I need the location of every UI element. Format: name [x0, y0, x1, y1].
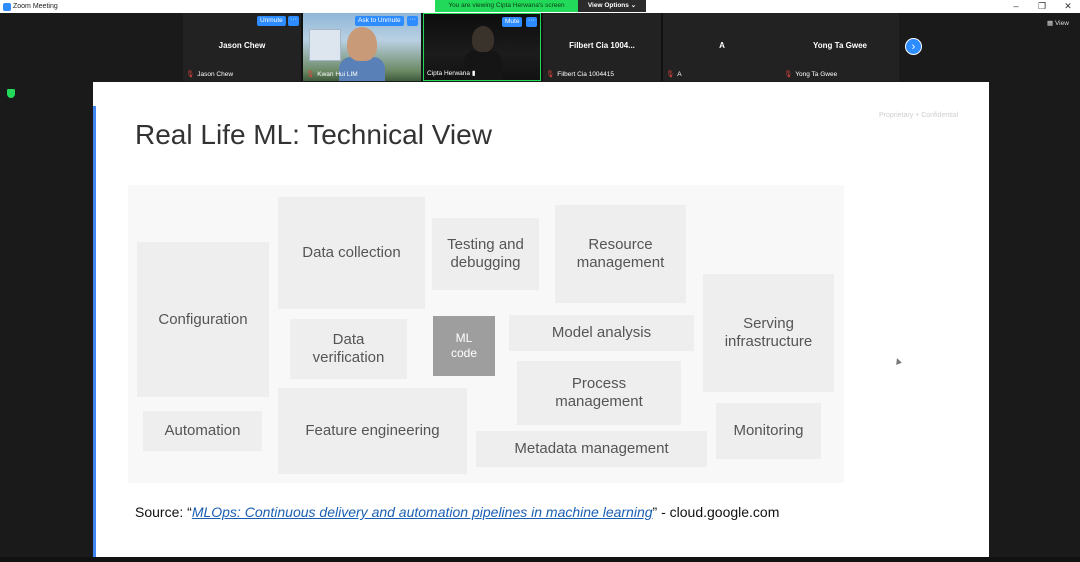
box-serving-infrastructure: Serving infrastructure: [703, 274, 834, 392]
window-title-bar: Zoom Meeting You are viewing Cipta Herwa…: [0, 0, 1080, 13]
mic-muted-icon: 🎙: [784, 71, 793, 78]
box-ml-code: ML code: [433, 316, 495, 376]
mute-button[interactable]: Mute: [502, 17, 523, 27]
participant-tile[interactable]: Filbert Cia 1004... 🎙 Filbert Cia 1004415: [543, 13, 661, 81]
participant-label: 🎙 Jason Chew: [186, 71, 234, 78]
participant-tile[interactable]: A 🎙 A: [663, 13, 781, 81]
minimize-icon[interactable]: –: [1004, 0, 1028, 13]
participant-tile[interactable]: Jason Chew Unmute ··· 🎙 Jason Chew: [183, 13, 301, 81]
participant-name: A: [719, 41, 725, 50]
participant-tile[interactable]: Yong Ta Gwee 🎙 Yong Ta Gwee: [781, 13, 899, 81]
restore-icon[interactable]: ❐: [1030, 0, 1054, 13]
shared-screen-slide: Real Life ML: Technical View Proprietary…: [93, 82, 989, 557]
participant-strip: Jason Chew Unmute ··· 🎙 Jason Chew Ask to…: [183, 13, 899, 81]
participant-label: 🎙 Kwan Hui LIM: [306, 71, 358, 78]
box-automation: Automation: [143, 411, 262, 451]
box-testing-debugging: Testing and debugging: [432, 218, 539, 290]
slide-accent-bar: [93, 106, 96, 557]
ml-system-diagram: Configuration Data collection Testing an…: [128, 185, 844, 483]
box-metadata-management: Metadata management: [476, 431, 707, 467]
participant-face: [472, 26, 494, 52]
security-shield-icon[interactable]: [7, 89, 15, 98]
more-button[interactable]: ···: [407, 16, 418, 26]
participant-video-tile-active[interactable]: Mute ··· Cipta Herwana ▮: [423, 13, 541, 81]
mic-muted-icon: 🎙: [666, 71, 675, 78]
source-link[interactable]: MLOps: Continuous delivery and automatio…: [192, 504, 653, 520]
slide-title: Real Life ML: Technical View: [135, 119, 492, 150]
participant-label: Cipta Herwana ▮: [427, 70, 476, 77]
grid-icon: ▦: [1047, 20, 1055, 27]
meeting-controls-strip: [0, 557, 1080, 562]
box-monitoring: Monitoring: [716, 403, 821, 459]
participant-label: 🎙 Yong Ta Gwee: [784, 71, 838, 78]
view-button[interactable]: ▦ View: [1047, 19, 1069, 27]
mic-muted-icon: 🎙: [306, 71, 315, 78]
box-data-verification: Data verification: [290, 319, 407, 379]
more-button[interactable]: ···: [526, 17, 537, 27]
unmute-button[interactable]: Unmute: [257, 16, 286, 26]
box-configuration: Configuration: [137, 242, 269, 397]
participant-name: Jason Chew: [218, 41, 266, 50]
more-button[interactable]: ···: [288, 16, 299, 26]
participant-name: Yong Ta Gwee: [813, 41, 867, 50]
mouse-cursor-icon: [894, 357, 902, 365]
participant-label: 🎙 A: [666, 71, 682, 78]
viewing-screen-banner: You are viewing Cipta Herwana's screen: [435, 0, 578, 12]
confidential-label: Proprietary + Confidential: [879, 112, 959, 119]
zoom-app-icon: [3, 3, 11, 11]
participant-video-tile[interactable]: Ask to Unmute ··· 🎙 Kwan Hui LIM: [303, 13, 421, 81]
participant-face: [347, 27, 377, 61]
mic-muted-icon: 🎙: [186, 71, 195, 78]
source-citation: Source: “MLOps: Continuous delivery and …: [135, 504, 780, 520]
audio-level-icon: ▮: [471, 70, 476, 77]
box-model-analysis: Model analysis: [509, 315, 694, 351]
close-icon[interactable]: ✕: [1056, 0, 1080, 13]
box-data-collection: Data collection: [278, 197, 425, 309]
window-title: Zoom Meeting: [13, 3, 58, 10]
ask-to-unmute-button[interactable]: Ask to Unmute: [355, 16, 404, 26]
next-page-arrow-icon[interactable]: ›: [905, 38, 922, 55]
mic-muted-icon: 🎙: [546, 71, 555, 78]
box-process-management: Process management: [517, 361, 681, 425]
background-building: [309, 29, 341, 61]
participant-label: 🎙 Filbert Cia 1004415: [546, 71, 614, 78]
participant-name: Filbert Cia 1004...: [569, 41, 635, 50]
box-feature-engineering: Feature engineering: [278, 388, 467, 474]
box-resource-management: Resource management: [555, 205, 686, 303]
view-options-button[interactable]: View Options ⌄: [578, 0, 646, 12]
